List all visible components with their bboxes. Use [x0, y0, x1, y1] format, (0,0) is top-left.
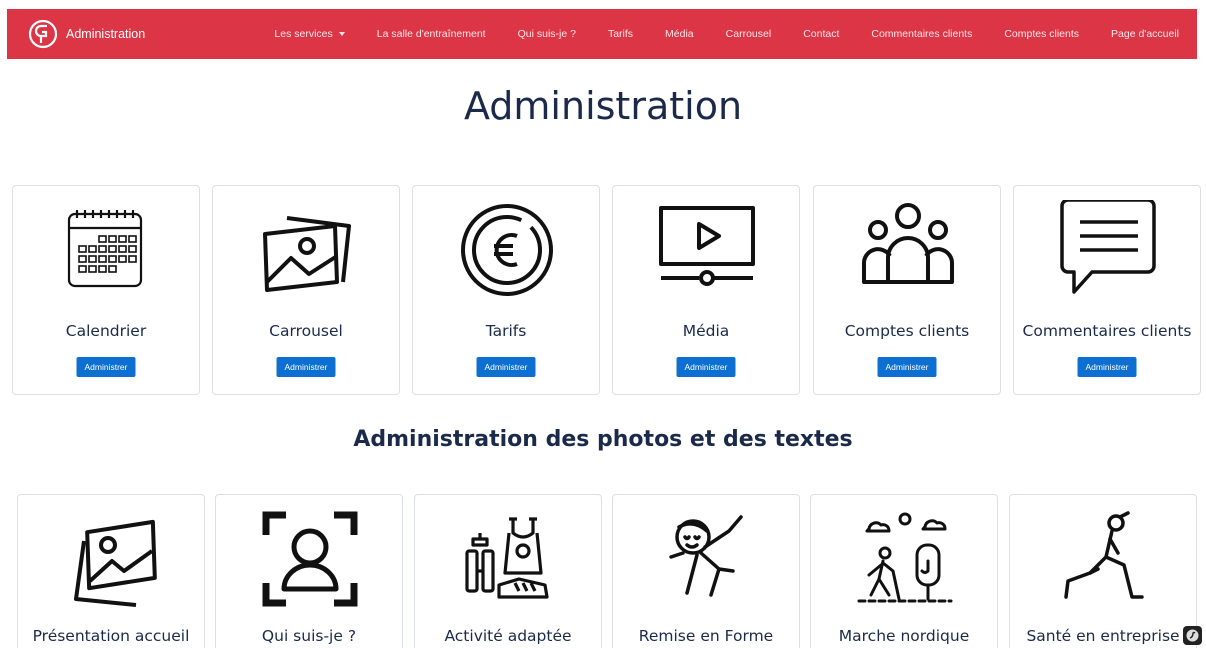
administrer-button[interactable]: Administrer [76, 357, 136, 377]
admin-card-media: Média Administrer [612, 185, 800, 395]
photo-icon [62, 509, 162, 609]
brand-logo-icon [28, 19, 58, 49]
stretching-person-icon [657, 509, 757, 609]
content-card-marche-nordique: Marche nordique [810, 494, 998, 648]
comment-bubble-icon [1058, 200, 1158, 300]
content-card-activite: Activité adaptée [414, 494, 602, 648]
nav-link-contact[interactable]: Contact [803, 28, 839, 40]
administrer-button[interactable]: Administrer [877, 357, 937, 377]
administrer-button[interactable]: Administrer [1077, 357, 1137, 377]
admin-card-tarifs: Tarifs Administrer [412, 185, 600, 395]
symfony-toolbar-icon[interactable] [1183, 626, 1202, 645]
admin-card-comptes: Comptes clients Administrer [813, 185, 1001, 395]
video-player-icon [657, 200, 757, 300]
card-title: Média [682, 322, 730, 340]
content-card-sante-entreprise: Santé en entreprise [1009, 494, 1197, 648]
images-icon [257, 200, 357, 300]
nav-link-salle[interactable]: La salle d'entraînement [377, 28, 486, 40]
card-title: Activité adaptée [444, 627, 572, 645]
nav-link-media[interactable]: Média [665, 28, 694, 40]
nav-link-services[interactable]: Les services [274, 28, 345, 40]
content-card-presentation: Présentation accueil [17, 494, 205, 648]
card-title: Santé en entreprise [1026, 627, 1180, 645]
page-title: Administration [463, 84, 743, 128]
content-card-remise-en-forme: Remise en Forme [612, 494, 800, 648]
brand-text: Administration [66, 27, 146, 41]
users-group-icon [858, 200, 958, 300]
nav-link-carrousel[interactable]: Carrousel [726, 28, 772, 40]
nav-link-tarifs[interactable]: Tarifs [608, 28, 633, 40]
administrer-button[interactable]: Administrer [476, 357, 536, 377]
admin-card-calendrier: Calendrier Administrer [12, 185, 200, 395]
card-title: Présentation accueil [32, 627, 190, 645]
euro-coin-icon [457, 200, 557, 300]
administrer-button[interactable]: Administrer [676, 357, 736, 377]
card-title: Tarifs [485, 322, 527, 340]
content-card-qui-suis-je: Qui suis-je ? [215, 494, 403, 648]
brand[interactable]: Administration [28, 19, 145, 49]
card-title: Marche nordique [838, 627, 970, 645]
card-title: Carrousel [269, 322, 343, 340]
nordic-walking-icon [855, 509, 955, 609]
administrer-button[interactable]: Administrer [276, 357, 336, 377]
nav-link-accueil[interactable]: Page d'accueil [1111, 28, 1179, 40]
nav-links: Les services La salle d'entraînement Qui… [242, 28, 1179, 40]
fitness-gear-icon [459, 509, 559, 609]
card-title: Calendrier [65, 322, 147, 340]
nav-link-qui-suis-je[interactable]: Qui suis-je ? [518, 28, 576, 40]
user-scan-icon [260, 509, 360, 609]
caret-down-icon [338, 32, 345, 36]
nav-link-label: Les services [274, 28, 333, 40]
admin-card-commentaires: Commentaires clients Administrer [1013, 185, 1201, 395]
top-navbar: Administration Les services La salle d'e… [7, 9, 1197, 59]
lunge-exercise-icon [1054, 509, 1154, 609]
nav-link-commentaires[interactable]: Commentaires clients [871, 28, 972, 40]
card-title: Qui suis-je ? [261, 627, 357, 645]
calendar-icon [57, 200, 157, 300]
admin-card-carrousel: Carrousel Administrer [212, 185, 400, 395]
card-title: Comptes clients [844, 322, 970, 340]
nav-link-comptes[interactable]: Comptes clients [1004, 28, 1079, 40]
card-title: Remise en Forme [638, 627, 774, 645]
card-title: Commentaires clients [1022, 322, 1192, 340]
section-title: Administration des photos et des textes [353, 427, 853, 452]
